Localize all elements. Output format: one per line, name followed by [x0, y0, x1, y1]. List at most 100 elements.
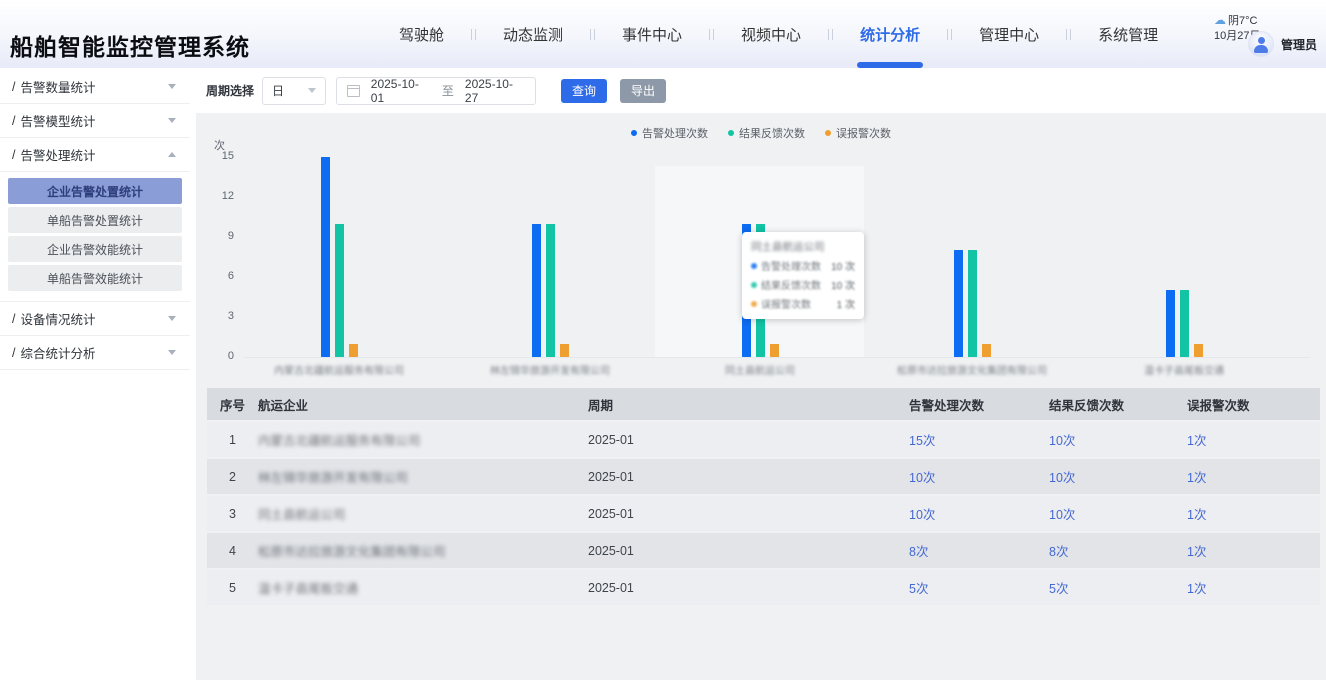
cloud-icon: ☁ — [1214, 13, 1226, 27]
bar-handled-1[interactable] — [321, 157, 330, 357]
sidebar-subitem-3[interactable]: 企业告警效能统计 — [8, 236, 182, 262]
bar-handled-2[interactable] — [532, 224, 541, 357]
table-header-row: 序号航运企业周期告警处理次数结果反馈次数误报警次数 — [207, 388, 1320, 422]
sidebar-subitem-1[interactable]: 企业告警处置统计 — [8, 178, 182, 204]
cell-period: 2025-01 — [588, 433, 909, 447]
date-separator: 至 — [442, 82, 454, 99]
cell-handled-count[interactable]: 10次 — [909, 467, 1049, 486]
calendar-icon — [347, 85, 360, 97]
legend-dot-false-alarm — [825, 130, 831, 136]
user-menu[interactable]: 管理员 — [1248, 31, 1317, 57]
y-axis-tick: 3 — [200, 310, 234, 324]
chart-tooltip: 同土县航运公司告警处理次数10 次结果反馈次数10 次误报警次数1 次 — [742, 232, 864, 319]
avatar — [1248, 31, 1274, 57]
x-axis-label-5: 温卡子县尾板交通 — [1094, 362, 1274, 376]
cell-false-alarm-count[interactable]: 1次 — [1187, 430, 1320, 449]
date-to: 2025-10-27 — [465, 77, 525, 105]
sidebar-group-3[interactable]: /告警处理统计 — [0, 138, 190, 172]
cell-feedback-count[interactable]: 10次 — [1049, 504, 1187, 523]
bar-feedback-1[interactable] — [335, 224, 344, 357]
cell-period: 2025-01 — [588, 544, 909, 558]
sidebar-group-5[interactable]: /综合统计分析 — [0, 336, 190, 370]
table-header-cell: 告警处理次数 — [909, 395, 1049, 414]
table-row-3: 3同土县航运公司2025-0110次10次1次 — [207, 496, 1320, 533]
cell-false-alarm-count[interactable]: 1次 — [1187, 467, 1320, 486]
export-button[interactable]: 导出 — [620, 79, 666, 103]
page: 船舶智能监控管理系统 驾驶舱动态监测事件中心视频中心统计分析管理中心系统管理 ☁… — [0, 0, 1326, 699]
nav-item-6[interactable]: 管理中心 — [952, 0, 1066, 68]
bar-feedback-2[interactable] — [546, 224, 555, 357]
cell-false-alarm-count[interactable]: 1次 — [1187, 578, 1320, 597]
cell-handled-count[interactable]: 8次 — [909, 541, 1049, 560]
period-select[interactable]: 日 — [262, 77, 326, 105]
tooltip-value: 10 次 — [825, 258, 855, 273]
legend-dot-feedback — [728, 130, 734, 136]
nav-item-7[interactable]: 系统管理 — [1071, 0, 1185, 68]
tooltip-dot — [751, 282, 757, 288]
bar-handled-5[interactable] — [1166, 290, 1175, 357]
cell-index: 4 — [207, 544, 258, 558]
cell-company: 松原市达拉旅游文化集团有限公司 — [258, 541, 588, 560]
cell-period: 2025-01 — [588, 581, 909, 595]
tooltip-row-1: 告警处理次数10 次 — [751, 258, 855, 273]
nav-item-1[interactable]: 驾驶舱 — [372, 0, 471, 68]
cell-feedback-count[interactable]: 10次 — [1049, 467, 1187, 486]
bar-false-alarm-1[interactable] — [349, 344, 358, 357]
bar-false-alarm-5[interactable] — [1194, 344, 1203, 357]
legend-item-false-alarm[interactable]: 误报警次数 — [825, 125, 891, 141]
y-axis-tick: 15 — [200, 150, 234, 164]
nav-item-4[interactable]: 视频中心 — [714, 0, 828, 68]
app-header: 船舶智能监控管理系统 驾驶舱动态监测事件中心视频中心统计分析管理中心系统管理 ☁… — [0, 0, 1326, 68]
bar-feedback-4[interactable] — [968, 250, 977, 357]
sidebar-subitem-2[interactable]: 单船告警处置统计 — [8, 207, 182, 233]
bar-false-alarm-4[interactable] — [982, 344, 991, 357]
nav-item-3[interactable]: 事件中心 — [595, 0, 709, 68]
tooltip-row-2: 结果反馈次数10 次 — [751, 277, 855, 292]
cell-false-alarm-count[interactable]: 1次 — [1187, 504, 1320, 523]
cell-handled-count[interactable]: 15次 — [909, 430, 1049, 449]
sidebar-group-2[interactable]: /告警模型统计 — [0, 104, 190, 138]
date-range-picker[interactable]: 2025-10-01 至 2025-10-27 — [336, 77, 536, 105]
bar-false-alarm-3[interactable] — [770, 344, 779, 357]
nav-item-2[interactable]: 动态监测 — [476, 0, 590, 68]
sidebar-subitem-4[interactable]: 单船告警效能统计 — [8, 265, 182, 291]
cell-handled-count[interactable]: 10次 — [909, 504, 1049, 523]
tooltip-title: 同土县航运公司 — [751, 239, 855, 254]
sidebar-group-4[interactable]: /设备情况统计 — [0, 302, 190, 336]
nav-item-5[interactable]: 统计分析 — [833, 0, 947, 68]
table-row-1: 1内蒙古北疆航运服务有限公司2025-0115次10次1次 — [207, 422, 1320, 459]
table-header-cell: 结果反馈次数 — [1049, 395, 1187, 414]
legend-item-handled[interactable]: 告警处理次数 — [631, 125, 708, 141]
cell-index: 1 — [207, 433, 258, 447]
results-table: 序号航运企业周期告警处理次数结果反馈次数误报警次数1内蒙古北疆航运服务有限公司2… — [207, 388, 1320, 607]
date-from: 2025-10-01 — [371, 77, 431, 105]
cell-feedback-count[interactable]: 5次 — [1049, 578, 1187, 597]
chevron-down-icon — [168, 350, 176, 355]
legend-dot-handled — [631, 130, 637, 136]
x-axis-label-3: 同土县航运公司 — [670, 362, 850, 376]
bar-handled-4[interactable] — [954, 250, 963, 357]
cell-company: 温卡子县尾板交通 — [258, 578, 588, 597]
sidebar-submenu: 企业告警处置统计单船告警处置统计企业告警效能统计单船告警效能统计 — [0, 172, 190, 302]
cell-feedback-count[interactable]: 8次 — [1049, 541, 1187, 560]
legend-item-feedback[interactable]: 结果反馈次数 — [728, 125, 805, 141]
cell-handled-count[interactable]: 5次 — [909, 578, 1049, 597]
table-header-cell: 误报警次数 — [1187, 395, 1320, 414]
main-nav: 驾驶舱动态监测事件中心视频中心统计分析管理中心系统管理 — [372, 0, 1185, 68]
table-header-cell: 序号 — [207, 395, 258, 414]
cell-false-alarm-count[interactable]: 1次 — [1187, 541, 1320, 560]
cell-feedback-count[interactable]: 10次 — [1049, 430, 1187, 449]
sidebar-group-1[interactable]: /告警数量统计 — [0, 70, 190, 104]
sidebar: /告警数量统计/告警模型统计/告警处理统计企业告警处置统计单船告警处置统计企业告… — [0, 68, 190, 680]
bar-feedback-5[interactable] — [1180, 290, 1189, 357]
y-axis-tick: 9 — [200, 230, 234, 244]
chevron-down-icon — [168, 84, 176, 89]
app-title: 船舶智能监控管理系统 — [10, 28, 250, 62]
table-row-2: 2林左锦华旅游开发有限公司2025-0110次10次1次 — [207, 459, 1320, 496]
bar-false-alarm-2[interactable] — [560, 344, 569, 357]
table-header-cell: 周期 — [588, 395, 909, 414]
x-axis-label-1: 内蒙古北疆航运服务有限公司 — [249, 362, 429, 376]
query-button[interactable]: 查询 — [561, 79, 607, 103]
chevron-down-icon — [168, 316, 176, 321]
tooltip-dot — [751, 301, 757, 307]
